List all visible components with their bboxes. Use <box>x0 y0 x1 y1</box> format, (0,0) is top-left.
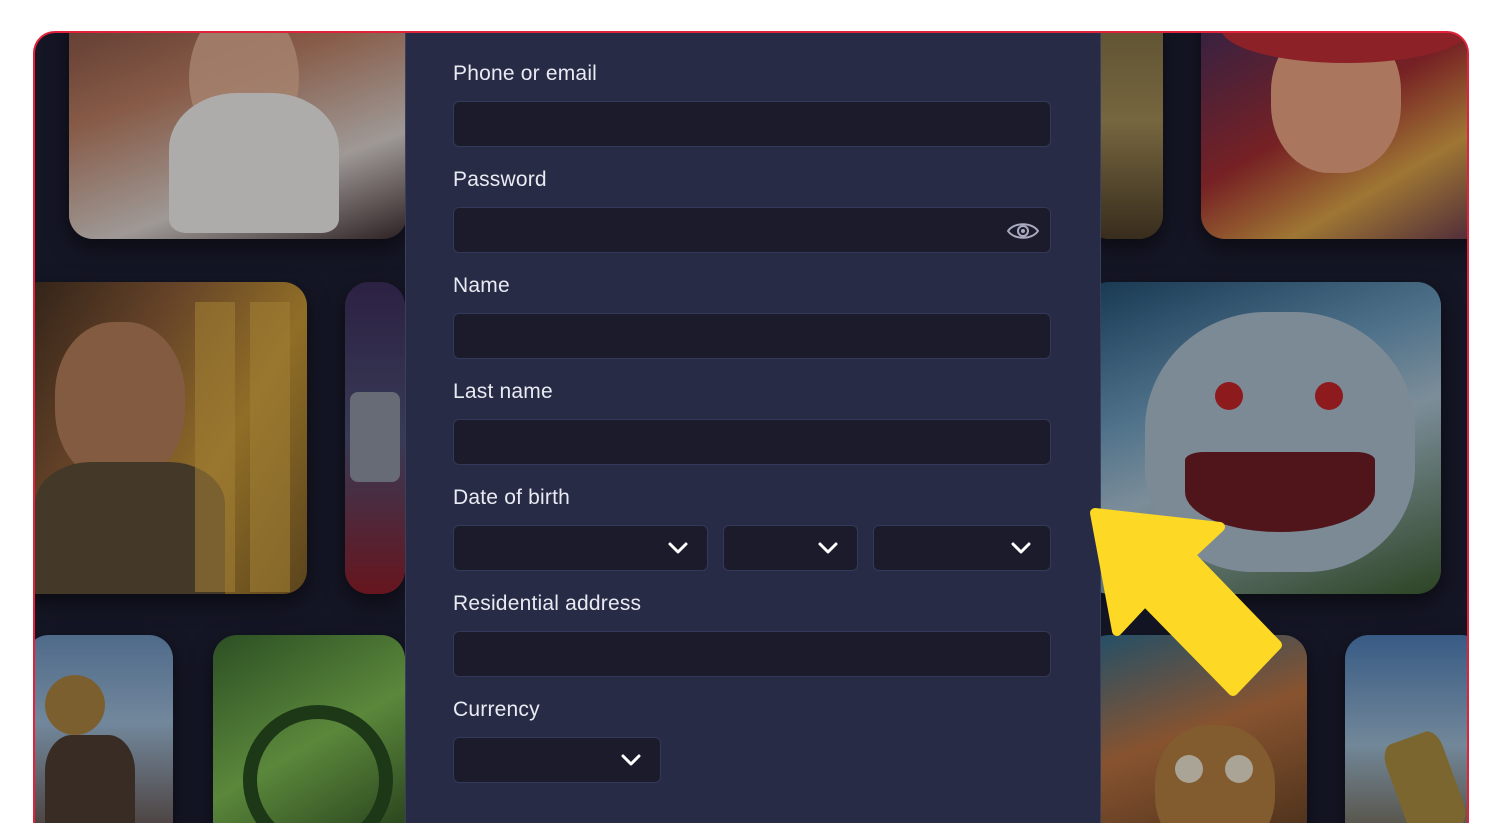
phone-email-input[interactable] <box>453 101 1051 147</box>
chevron-down-icon <box>621 754 641 766</box>
last-name-label: Last name <box>453 380 553 403</box>
chevron-down-icon <box>1011 542 1031 554</box>
game-tile-robot <box>345 282 405 594</box>
name-label: Name <box>453 274 510 297</box>
screenshot-frame: Phone or email Password Name Last name D… <box>33 31 1469 823</box>
residential-address-label: Residential address <box>453 592 642 615</box>
phone-email-label: Phone or email <box>453 62 598 85</box>
currency-label: Currency <box>453 698 540 721</box>
currency-select[interactable] <box>453 737 661 783</box>
game-tile-adventurer <box>35 282 307 594</box>
game-tile-woman <box>69 33 407 239</box>
name-input[interactable] <box>453 313 1051 359</box>
password-input[interactable] <box>453 207 1051 253</box>
game-tile-revolver <box>1345 635 1467 823</box>
game-tile-jester <box>1201 33 1467 239</box>
eye-icon[interactable] <box>1006 218 1040 244</box>
dob-day-select[interactable] <box>453 525 708 571</box>
dob-month-select[interactable] <box>723 525 858 571</box>
game-tile-pirate <box>35 635 173 823</box>
game-tile-celtic <box>213 635 405 823</box>
last-name-input[interactable] <box>453 419 1051 465</box>
chevron-down-icon <box>668 542 688 554</box>
dob-year-select[interactable] <box>873 525 1051 571</box>
registration-form: Phone or email Password Name Last name D… <box>405 33 1101 823</box>
chevron-down-icon <box>818 542 838 554</box>
date-of-birth-label: Date of birth <box>453 486 570 509</box>
residential-address-input[interactable] <box>453 631 1051 677</box>
password-label: Password <box>453 168 547 191</box>
arrow-annotation <box>1090 508 1282 696</box>
